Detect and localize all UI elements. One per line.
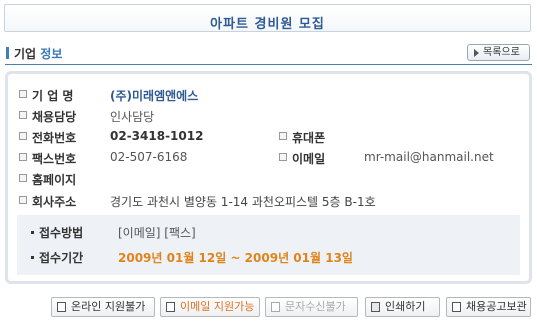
online-apply-label: 온라인 지원불가 [71,300,146,313]
save-job-button[interactable]: 채용공고보관 [446,297,531,317]
print-button[interactable]: 인쇄하기 [365,297,440,317]
bullet-dot-icon [31,231,34,234]
address-value: 경기도 과천시 별양동 1-14 과천오피스텔 5층 B-1호 [110,195,376,209]
bullet-icon [19,111,27,119]
homepage-label: 홈페이지 [32,173,77,187]
fax-value: 02-507-6168 [110,150,188,164]
company-name-label: 기 업 명 [32,89,74,103]
application-period-value: 2009년 01월 12일 ~ 2009년 01월 13일 [118,251,353,265]
mobile-label: 휴대폰 [292,131,326,145]
print-label: 인쇄하기 [385,300,426,313]
email-label: 이메일 [292,152,326,166]
phone-label: 전화번호 [32,131,77,145]
document-icon [166,302,175,312]
sms-receive-label: 문자수신불가 [285,300,346,313]
back-to-list-button[interactable]: 목록으로 [467,44,530,61]
bullet-dot-icon [31,256,34,259]
application-box: 접수방법 [이메일] [팩스] 접수기간 2009년 01월 12일 ~ 200… [17,215,520,275]
recruiter-label: 채용담당 [32,110,77,124]
section-title-part1: 기업 [14,47,37,61]
application-method-value: [이메일] [팩스] [118,226,196,240]
application-method-label: 접수방법 [39,226,84,240]
printer-icon [371,302,380,312]
bullet-icon [19,90,27,98]
bullet-icon [19,132,27,140]
application-period-label: 접수기간 [39,251,84,265]
online-apply-button[interactable]: 온라인 지원불가 [51,297,155,317]
address-label: 회사주소 [32,195,77,209]
fax-label: 팩스번호 [32,152,77,166]
back-to-list-label: 목록으로 [483,47,520,58]
bullet-icon [279,132,287,140]
section-title-part2: 정보 [40,47,63,61]
recruiter-value: 인사담당 [110,110,155,124]
application-period-row: 접수기간 2009년 01월 12일 ~ 2009년 01월 13일 [17,248,520,266]
play-arrow-icon [474,49,479,57]
sms-receive-button[interactable]: 문자수신불가 [265,297,358,317]
email-apply-button[interactable]: 이메일 지원가능 [160,297,260,317]
document-icon [57,302,66,312]
email-value[interactable]: mr-mail@hanmail.net [364,150,494,164]
page-title: 아파트 경비원 모집 [210,17,325,32]
title-box: 아파트 경비원 모집 [4,4,531,32]
company-info-box: 기 업 명 (주)미래엠앤에스 채용담당 인사담당 전화번호 02-3418-1… [5,71,532,284]
company-name[interactable]: (주)미래엠앤에스 [110,87,198,104]
save-job-label: 채용공고보관 [466,300,527,313]
save-icon [452,302,461,312]
email-apply-label: 이메일 지원가능 [180,300,255,313]
document-icon [271,302,280,312]
bullet-icon [19,153,27,161]
section-marker-icon [6,47,9,59]
phone-value: 02-3418-1012 [110,129,204,143]
bullet-icon [19,196,27,204]
bullet-icon [279,153,287,161]
application-method-row: 접수방법 [이메일] [팩스] [17,223,520,241]
bullet-icon [19,174,27,182]
section-divider [5,64,532,65]
section-title: 기업 정보 [14,45,62,62]
